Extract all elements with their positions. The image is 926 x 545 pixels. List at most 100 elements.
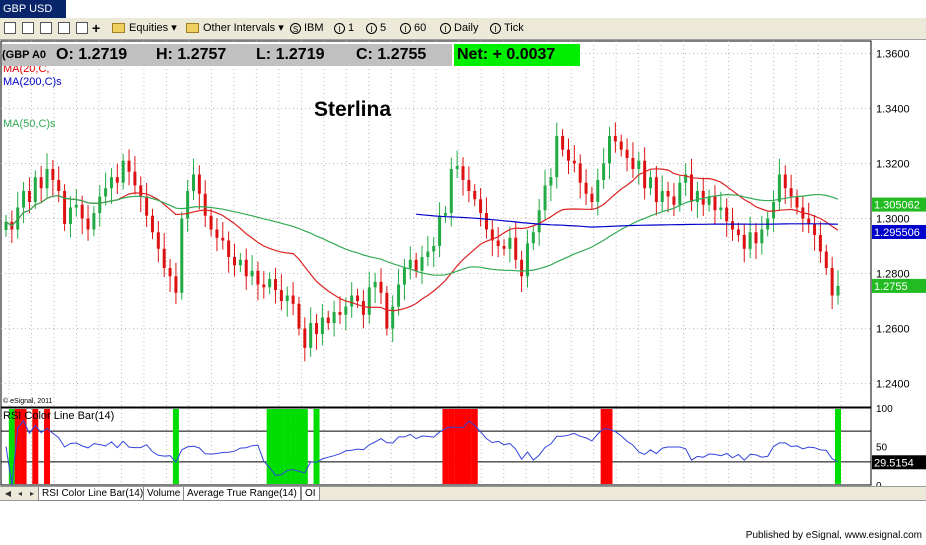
- candle: [619, 134, 623, 157]
- toolbar: + Equities ▾ Other Intervals ▾ S IBM I1 I…: [0, 18, 926, 40]
- candle: [813, 214, 817, 251]
- candle: [631, 142, 635, 179]
- rsi-signal-bar: [471, 409, 478, 484]
- interval-60-button[interactable]: I 60: [400, 21, 426, 36]
- ibm-button[interactable]: S IBM: [290, 21, 324, 36]
- other-intervals-dropdown[interactable]: Other Intervals ▾: [186, 21, 284, 36]
- candle: [555, 122, 559, 189]
- candle: [291, 282, 295, 316]
- candle: [572, 145, 576, 173]
- candle: [391, 295, 395, 343]
- net-change-badge: Net: + 0.0037: [454, 44, 580, 66]
- rsi-title[interactable]: RSI Color Line Bar(14): [3, 410, 114, 422]
- price-chart[interactable]: 1.3600 1.3400 1.3200 1.3000 1.2800 1.2600 1.24…: [0, 40, 926, 486]
- candle: [818, 221, 822, 263]
- high-quote: H: 1.2757: [156, 44, 256, 66]
- chevron-down-icon: ▾: [171, 22, 177, 34]
- candle: [309, 307, 313, 357]
- candle: [590, 186, 594, 209]
- tab-rsi[interactable]: RSI Color Line Bar(14): [38, 487, 148, 501]
- interval-icon: I: [334, 22, 345, 34]
- interval-1-button[interactable]: I1: [334, 21, 354, 36]
- candle: [180, 211, 184, 300]
- candle: [268, 272, 272, 295]
- symbol-icon: S: [290, 22, 301, 34]
- candle: [713, 185, 717, 224]
- daily-button[interactable]: I Daily: [440, 21, 478, 36]
- print-icon[interactable]: [58, 21, 70, 36]
- candle: [57, 166, 61, 203]
- properties-icon[interactable]: [76, 21, 88, 36]
- candle: [361, 289, 365, 329]
- candle: [549, 168, 553, 202]
- interval-icon: I: [440, 22, 451, 34]
- tab-first-icon[interactable]: ◀: [2, 488, 14, 499]
- candle: [508, 226, 512, 263]
- candle: [109, 168, 113, 204]
- candle: [502, 239, 506, 256]
- candle: [197, 165, 201, 210]
- candle: [10, 210, 14, 243]
- candle: [344, 297, 348, 331]
- candle: [104, 172, 108, 206]
- candle: [186, 179, 190, 232]
- candle: [602, 147, 606, 190]
- candle: [408, 246, 412, 280]
- candle: [332, 300, 336, 337]
- tab-average-true-range[interactable]: Average True Range(14): [183, 487, 301, 501]
- tab-volume[interactable]: Volume: [143, 487, 185, 501]
- rsi-signal-bar: [606, 409, 613, 484]
- tab-oi[interactable]: OI: [301, 487, 320, 501]
- price-axis[interactable]: 1.3600 1.3400 1.3200 1.3000 1.2800 1.2600 1.24…: [872, 48, 926, 486]
- low-quote: L: 1.2719: [256, 44, 356, 66]
- candle: [68, 196, 72, 238]
- tab-next-icon[interactable]: ▸: [26, 488, 38, 499]
- chevron-down-icon: ▾: [278, 22, 284, 34]
- candle: [315, 313, 319, 350]
- interval-icon: I: [400, 22, 411, 34]
- candle: [63, 184, 67, 231]
- rsi-signal-bar: [295, 409, 302, 484]
- candle: [443, 206, 447, 223]
- candle: [461, 157, 465, 196]
- price-tag-label: 1.2755: [874, 281, 908, 293]
- candle: [326, 310, 330, 330]
- candle: [484, 197, 488, 239]
- tick-button[interactable]: I Tick: [490, 21, 524, 36]
- open-page-icon[interactable]: [22, 21, 34, 36]
- tab-prev-icon[interactable]: ◂: [14, 488, 26, 499]
- candle: [531, 225, 535, 251]
- candle: [719, 191, 723, 220]
- candle: [139, 176, 143, 213]
- add-icon[interactable]: +: [92, 21, 100, 36]
- interval-icon: I: [366, 22, 377, 34]
- copy-icon[interactable]: [40, 21, 52, 36]
- price-tick-label: 1.3000: [876, 213, 910, 225]
- folder-icon: [186, 23, 199, 34]
- candle: [725, 198, 729, 237]
- candle: [420, 245, 424, 285]
- candle: [350, 282, 354, 318]
- candle: [133, 156, 137, 195]
- candle: [221, 222, 225, 250]
- candle: [566, 138, 570, 175]
- candle: [473, 184, 477, 207]
- ma20-line: [5, 168, 839, 312]
- new-window-icon[interactable]: [4, 21, 16, 36]
- equities-dropdown[interactable]: Equities ▾: [112, 21, 177, 36]
- candle: [432, 236, 436, 268]
- candle: [613, 122, 617, 153]
- ma50-label[interactable]: MA(50,C)s: [3, 118, 56, 130]
- candle: [637, 151, 641, 185]
- rsi-value-label: 29.5154: [874, 457, 914, 469]
- candle: [684, 163, 688, 197]
- candle: [115, 163, 119, 195]
- candle: [397, 268, 401, 316]
- candle: [672, 182, 676, 217]
- candle: [496, 227, 500, 258]
- interval-5-button[interactable]: I5: [366, 21, 386, 36]
- candle: [742, 223, 746, 263]
- ma200-label[interactable]: MA(200,C)s: [3, 76, 62, 88]
- candle: [760, 216, 764, 255]
- candle: [303, 317, 307, 362]
